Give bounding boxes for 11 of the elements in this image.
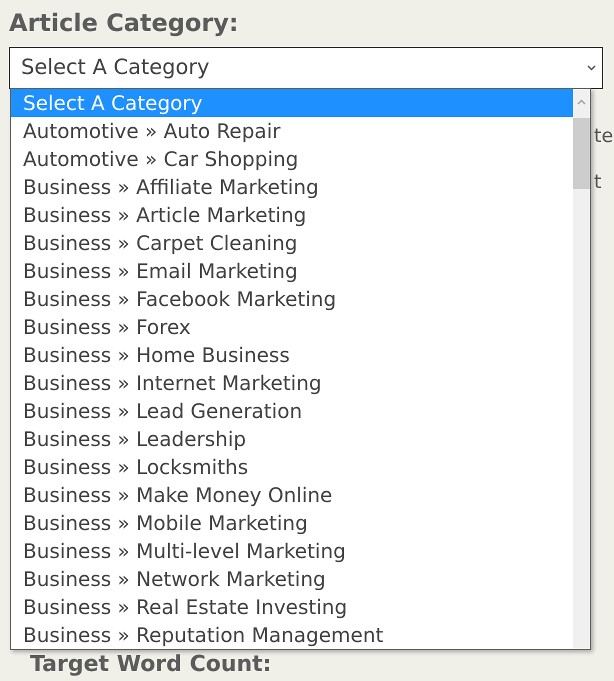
scrollbar[interactable] [573,89,590,649]
dropdown-option[interactable]: Business » Reputation Management [11,621,573,649]
field-label: Target Word Count: [30,652,272,678]
chevron-down-icon [587,65,596,71]
category-select[interactable]: Select A Category [9,47,603,89]
partial-text: t [594,170,602,195]
partial-text: te [594,124,614,149]
select-value: Select A Category [21,54,210,82]
field-label: Article Category: [9,8,240,39]
scrollbar-thumb[interactable] [573,118,590,189]
scroll-up-icon[interactable] [577,99,586,105]
